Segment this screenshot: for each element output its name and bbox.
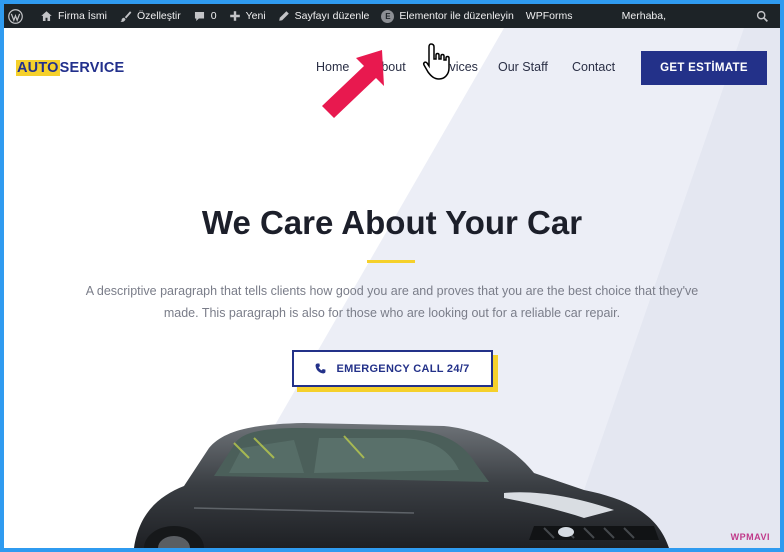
hero-paragraph-line-1: A descriptive paragraph that tells clien…	[85, 284, 699, 298]
wpforms-label: WPForms	[525, 10, 573, 22]
customize-label: Özelleştir	[137, 10, 181, 22]
emergency-call-button[interactable]: EMERGENCY CALL 24/7	[292, 350, 493, 387]
elementor-label: Elementor ile düzenleyin	[399, 10, 514, 22]
website-page: AUTOSERVICE Home About Services Our Staf…	[4, 28, 780, 548]
pencil-icon	[278, 11, 289, 21]
plus-icon	[229, 11, 240, 21]
wp-logo-menu[interactable]	[4, 4, 34, 28]
wpmavi-watermark: WPMAVI	[730, 532, 770, 542]
wordpress-icon	[8, 8, 23, 24]
greeting-label: Merhaba,	[621, 10, 666, 22]
comments-count: 0	[210, 10, 217, 22]
elementor-edit-link[interactable]: E Elementor ile düzenleyin	[375, 4, 519, 28]
emergency-call-label: EMERGENCY CALL 24/7	[336, 362, 470, 375]
nav-contact[interactable]: Contact	[572, 60, 615, 74]
emergency-call-wrapper: EMERGENCY CALL 24/7	[292, 350, 498, 392]
elementor-icon: E	[381, 9, 395, 23]
new-label: Yeni	[245, 10, 266, 22]
customize-link[interactable]: Özelleştir	[113, 4, 187, 28]
wp-admin-bar: Firma İsmi Özelleştir 0 Yeni Sayfayı düz…	[4, 4, 780, 28]
comment-icon	[194, 11, 204, 21]
nav-our-staff[interactable]: Our Staff	[498, 60, 548, 74]
search-icon	[756, 10, 768, 22]
comments-link[interactable]: 0	[187, 4, 223, 28]
red-arrow-icon	[322, 50, 384, 118]
site-name-label: Firma İsmi	[58, 10, 107, 22]
get-estimate-button[interactable]: GET ESTİMATE	[641, 51, 767, 85]
brush-icon	[120, 10, 132, 22]
admin-search-toggle[interactable]	[750, 4, 780, 28]
hero-paragraph: A descriptive paragraph that tells clien…	[64, 280, 720, 324]
site-name-menu[interactable]: Firma İsmi	[34, 4, 113, 28]
account-menu[interactable]: Merhaba,	[616, 4, 750, 28]
car-image	[134, 423, 669, 548]
edit-page-link[interactable]: Sayfayı düzenle	[272, 4, 376, 28]
browser-frame: Firma İsmi Özelleştir 0 Yeni Sayfayı düz…	[4, 4, 780, 548]
hero-title: We Care About Your Car	[201, 204, 583, 241]
title-underline	[367, 260, 415, 263]
hero-paragraph-line-2: made. This paragraph is also for those w…	[163, 306, 621, 320]
phone-icon	[316, 363, 326, 374]
hand-cursor-icon	[423, 43, 450, 80]
wpforms-menu[interactable]: WPForms	[520, 4, 579, 28]
edit-page-label: Sayfayı düzenle	[294, 10, 370, 22]
home-icon	[41, 10, 52, 21]
new-content-menu[interactable]: Yeni	[223, 4, 272, 28]
